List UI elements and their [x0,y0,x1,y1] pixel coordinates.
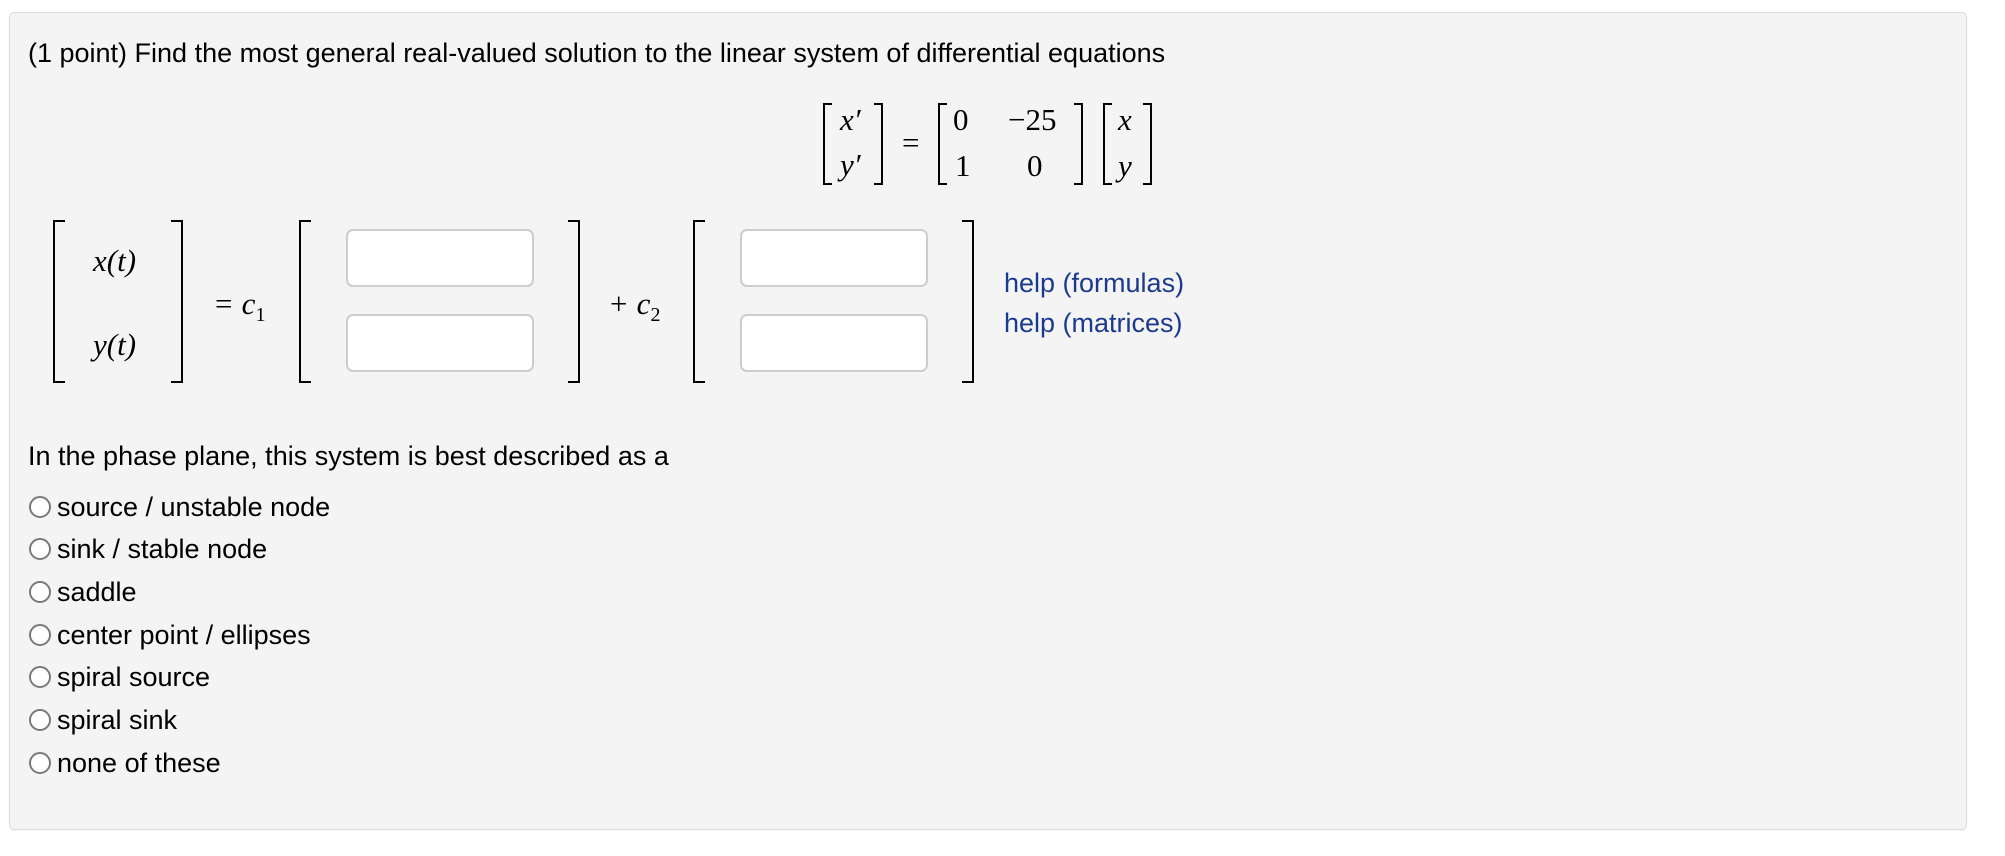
option-label: saddle [57,576,137,607]
solution-y-of-t: y(t) [93,327,137,362]
radio-button[interactable] [29,581,51,603]
vector2-top-input[interactable] [740,229,928,287]
matrix-a12: −25 [1008,102,1057,137]
solution-lhs-right-bracket [171,220,183,383]
problem-panel [9,12,1967,830]
vector2-right-bracket [962,220,974,383]
c1-subscript: 1 [255,304,266,327]
option-label: sink / stable node [57,533,268,564]
option-label: spiral source [57,661,211,692]
vector-x: x [1118,102,1132,137]
c1-term: = c1 [213,288,265,325]
solution-lhs-left-bracket [53,220,65,383]
problem-prompt: (1 point) Find the most general real-val… [28,38,1166,68]
radio-button[interactable] [29,624,51,646]
option-label: source / unstable node [57,491,331,522]
vector-right-bracket [1143,103,1152,185]
radio-button[interactable] [29,752,51,774]
vector2-bottom-input[interactable] [740,314,928,372]
option-spiral-source[interactable]: spiral source [28,662,210,692]
vector-left-bracket [1103,103,1112,185]
vector-y: y [1118,148,1132,183]
matrix-a11: 0 [953,102,969,137]
lhs-left-bracket [823,103,832,185]
option-saddle[interactable]: saddle [28,577,137,607]
radio-button[interactable] [29,666,51,688]
c1-label: = c [213,286,256,321]
matrix-right-bracket [1074,103,1083,185]
help-matrices-link[interactable]: help (matrices) [1004,310,1183,337]
option-none-of-these[interactable]: none of these [28,748,221,778]
matrix-a22: 0 [1027,148,1043,183]
c2-subscript: 2 [650,304,661,327]
option-sink-stable-node[interactable]: sink / stable node [28,534,267,564]
solution-x-of-t: x(t) [93,243,137,278]
option-center-point-ellipses[interactable]: center point / ellipses [28,620,311,650]
option-source-unstable-node[interactable]: source / unstable node [28,492,330,522]
lhs-x-prime: x′ [840,102,861,137]
radio-button[interactable] [29,538,51,560]
c2-term: + c2 [608,288,660,325]
vector2-left-bracket [693,220,705,383]
vector1-right-bracket [568,220,580,383]
matrix-left-bracket [938,103,947,185]
c2-label: + c [608,286,651,321]
phase-plane-question: In the phase plane, this system is best … [28,441,669,471]
option-label: spiral sink [57,704,178,735]
lhs-y-prime: y′ [840,147,861,182]
radio-button[interactable] [29,709,51,731]
option-label: none of these [57,747,221,778]
vector1-top-input[interactable] [346,229,534,287]
option-label: center point / ellipses [57,619,311,650]
help-formulas-link[interactable]: help (formulas) [1004,270,1184,297]
vector1-bottom-input[interactable] [346,314,534,372]
vector1-left-bracket [299,220,311,383]
radio-button[interactable] [29,496,51,518]
matrix-a21: 1 [955,148,971,183]
lhs-right-bracket [874,103,883,185]
option-spiral-sink[interactable]: spiral sink [28,705,177,735]
equals-sign: = [902,125,920,160]
